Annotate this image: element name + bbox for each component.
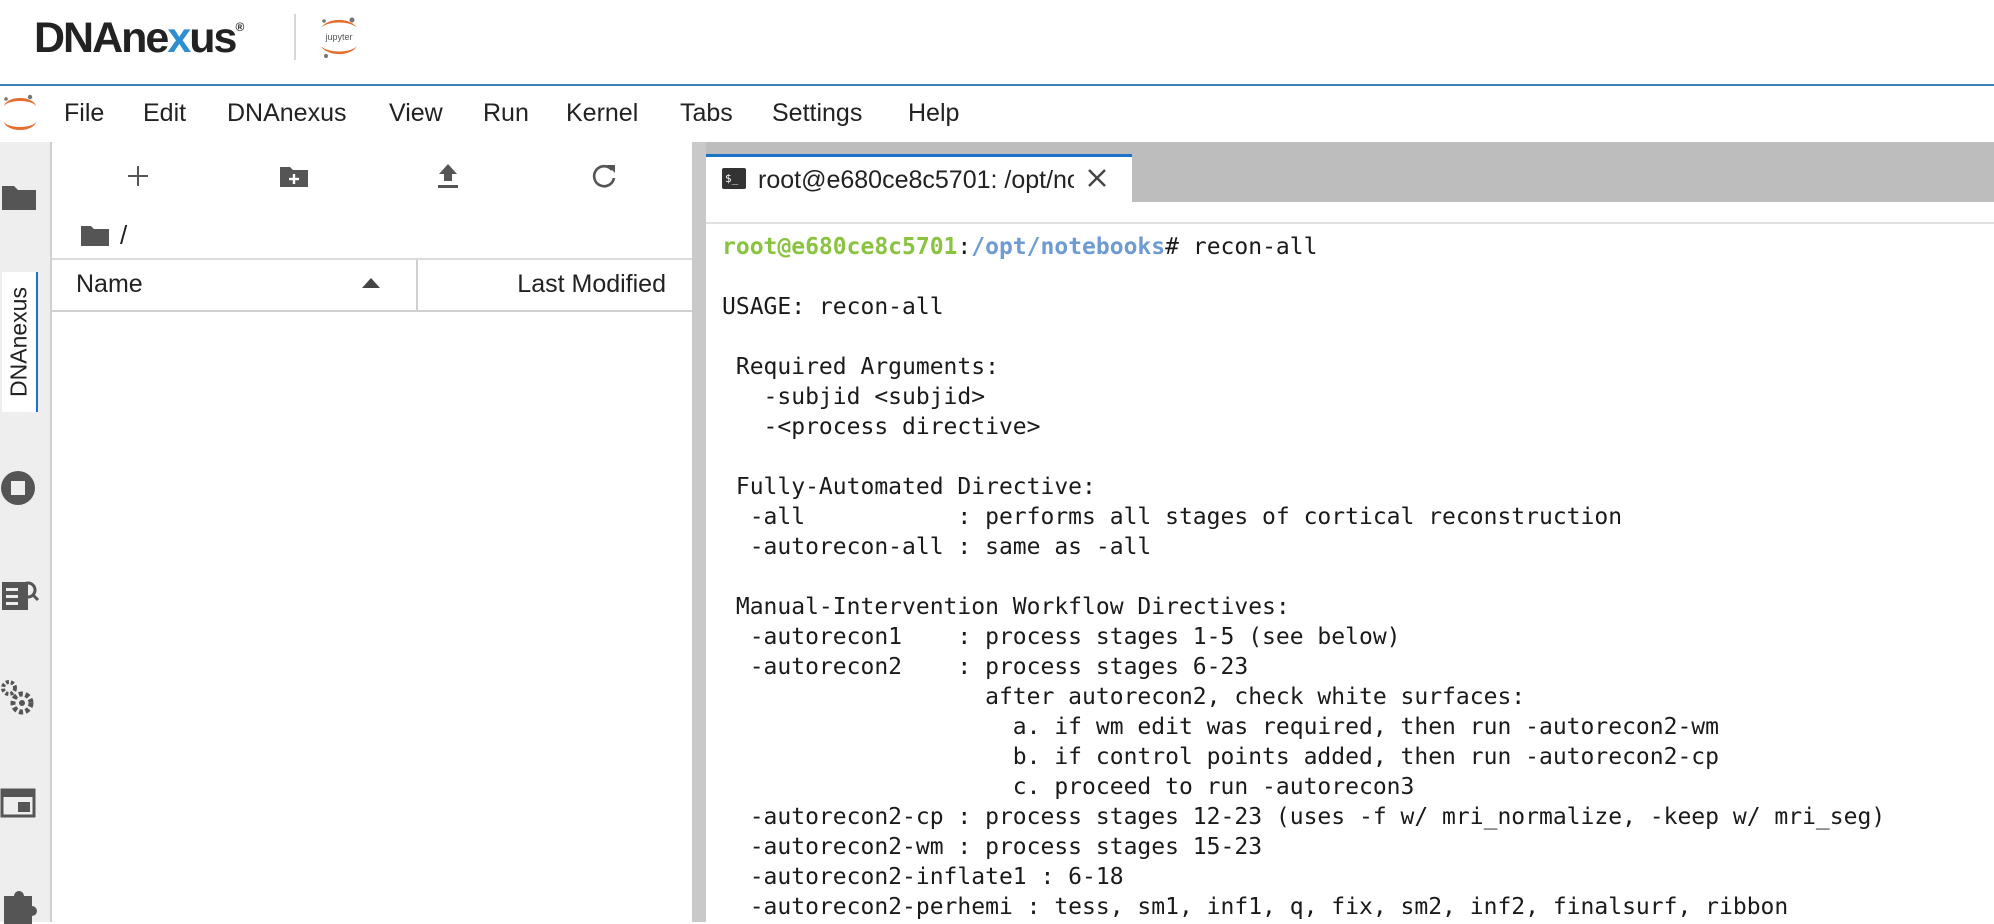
- terminal-line: -subjid <subjid>: [722, 384, 986, 410]
- terminal-lines: USAGE: recon-all Required Arguments: -su…: [722, 294, 1885, 920]
- terminal-line: -autorecon2-perhemi : tess, sm1, inf1, q…: [722, 894, 1789, 920]
- terminal-output[interactable]: root@e680ce8c5701:/opt/notebooks# recon-…: [706, 222, 1994, 924]
- terminal-line: c. proceed to run -autorecon3: [722, 774, 1415, 800]
- prompt-user: root@e680ce8c5701: [722, 234, 958, 260]
- new-folder-icon: [280, 167, 308, 187]
- menu-view[interactable]: View: [389, 99, 443, 128]
- prompt-command: recon-all: [1192, 234, 1318, 260]
- jupyter-logo-icon: jupyter: [321, 17, 357, 58]
- menu-tabs[interactable]: Tabs: [680, 99, 733, 128]
- terminal-line: b. if control points added, then run -au…: [722, 744, 1719, 770]
- dnanexus-logo: DNAnexus®: [34, 14, 245, 62]
- file-browser: / Name Last Modified: [52, 142, 692, 922]
- sidebar-tab-label: DNAnexus: [5, 287, 32, 397]
- terminal-line: -autorecon2-wm : process stages 15-23: [722, 834, 1263, 860]
- tab-label: root@e680ce8c5701: /opt/notebooks: [758, 166, 1074, 194]
- terminal-line: USAGE: recon-all: [722, 294, 944, 320]
- menu-run[interactable]: Run: [483, 99, 529, 128]
- close-icon[interactable]: [1082, 163, 1112, 193]
- extension-puzzle-icon[interactable]: [0, 884, 40, 924]
- refresh-icon: [592, 164, 616, 188]
- menu-dnanexus[interactable]: DNAnexus: [227, 99, 347, 128]
- jupyter-logo-text: jupyter: [324, 32, 352, 42]
- terminal-line: Required Arguments:: [722, 354, 999, 380]
- menu-file[interactable]: File: [64, 99, 104, 128]
- terminal-text: root@e680ce8c5701:/opt/notebooks# recon-…: [722, 232, 1885, 922]
- prompt-suffix: #: [1165, 234, 1193, 260]
- new-folder-button[interactable]: [274, 156, 314, 196]
- tab-terminal[interactable]: $_ root@e680ce8c5701: /opt/notebooks: [706, 154, 1132, 202]
- prompt-colon: :: [957, 234, 972, 260]
- panel-splitter[interactable]: [692, 142, 706, 922]
- terminal-line: a. if wm edit was required, then run -au…: [722, 714, 1719, 740]
- upload-button[interactable]: [428, 156, 468, 196]
- terminal-line: Fully-Automated Directive:: [722, 474, 1096, 500]
- brand-bar: DNAnexus® jupyter: [0, 0, 1994, 86]
- sort-ascending-icon: [362, 278, 380, 288]
- stop-circle-icon[interactable]: [0, 468, 40, 508]
- terminal-line: -<process directive>: [722, 414, 1041, 440]
- activity-sidebar: DNAnexus: [0, 142, 52, 924]
- breadcrumb: /: [80, 218, 127, 252]
- folder-icon[interactable]: [80, 222, 110, 248]
- jupyterlab-logo-icon: [4, 94, 36, 130]
- terminal-line: -autorecon2-cp : process stages 12-23 (u…: [722, 804, 1886, 830]
- column-separator[interactable]: [416, 260, 418, 310]
- terminal-icon: $_: [722, 168, 746, 189]
- gear-icon[interactable]: [0, 678, 40, 718]
- menu-help[interactable]: Help: [908, 99, 959, 128]
- terminal-line: -autorecon-all : same as -all: [722, 534, 1152, 560]
- tab-window-icon[interactable]: [0, 782, 40, 822]
- file-list-header: Name Last Modified: [52, 258, 692, 312]
- sidebar-tab-dnanexus[interactable]: DNAnexus: [2, 272, 38, 412]
- brand-divider: [294, 14, 296, 60]
- new-launcher-button[interactable]: [118, 156, 158, 196]
- column-header-last-modified[interactable]: Last Modified: [517, 270, 666, 299]
- prompt-path: /opt/notebooks: [971, 234, 1166, 260]
- column-header-name[interactable]: Name: [76, 270, 143, 299]
- menu-edit[interactable]: Edit: [143, 99, 186, 128]
- terminal-line: -all : performs all stages of cortical r…: [722, 504, 1623, 530]
- menu-settings[interactable]: Settings: [772, 99, 862, 128]
- refresh-button[interactable]: [584, 156, 624, 196]
- menu-kernel[interactable]: Kernel: [566, 99, 638, 128]
- upload-icon: [438, 164, 458, 188]
- terminal-line: after autorecon2, check white surfaces:: [722, 684, 1526, 710]
- menu-bar: File Edit DNAnexus View Run Kernel Tabs …: [0, 86, 1994, 142]
- main-dock-area: $_ root@e680ce8c5701: /opt/notebooks roo…: [706, 142, 1994, 924]
- plus-icon: [128, 166, 148, 186]
- terminal-line: -autorecon2 : process stages 6-23: [722, 654, 1249, 680]
- property-inspector-icon[interactable]: [0, 574, 40, 614]
- terminal-line: Manual-Intervention Workflow Directives:: [722, 594, 1290, 620]
- terminal-line: -autorecon1 : process stages 1-5 (see be…: [722, 624, 1401, 650]
- breadcrumb-root[interactable]: /: [120, 220, 127, 251]
- tab-bar: $_ root@e680ce8c5701: /opt/notebooks: [706, 142, 1994, 202]
- terminal-line: -autorecon2-inflate1 : 6-18: [722, 864, 1124, 890]
- folder-icon[interactable]: [0, 176, 40, 216]
